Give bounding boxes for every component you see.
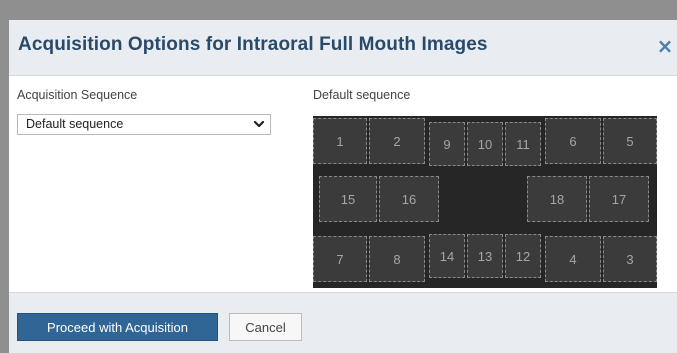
tooth-slot[interactable]: 8 xyxy=(369,236,425,282)
tooth-slot[interactable]: 7 xyxy=(313,236,367,282)
tooth-slot[interactable]: 11 xyxy=(505,122,541,166)
tooth-slot[interactable]: 10 xyxy=(467,122,503,166)
chevron-down-icon xyxy=(253,120,265,128)
acquisition-options-dialog: Acquisition Options for Intraoral Full M… xyxy=(9,20,677,353)
acquisition-sequence-label: Acquisition Sequence xyxy=(17,88,138,102)
tooth-slot[interactable]: 14 xyxy=(429,234,465,278)
acquisition-sequence-value: Default sequence xyxy=(26,117,124,131)
tooth-slot[interactable]: 9 xyxy=(429,122,465,166)
tooth-slot[interactable]: 2 xyxy=(369,118,425,164)
tooth-slot[interactable]: 18 xyxy=(527,176,587,222)
tooth-slot[interactable]: 17 xyxy=(589,176,649,222)
acquisition-sequence-select[interactable]: Default sequence xyxy=(17,114,271,135)
dialog-title: Acquisition Options for Intraoral Full M… xyxy=(18,34,488,55)
tooth-slot[interactable]: 6 xyxy=(545,118,601,164)
tooth-slot[interactable]: 5 xyxy=(603,118,657,164)
tooth-slot[interactable]: 15 xyxy=(319,176,377,222)
preview-label: Default sequence xyxy=(313,88,411,102)
tooth-slot[interactable]: 3 xyxy=(603,236,657,282)
cancel-button[interactable]: Cancel xyxy=(229,313,302,341)
tooth-slot[interactable]: 1 xyxy=(313,118,367,164)
tooth-slot[interactable]: 12 xyxy=(505,234,541,278)
dialog-header: Acquisition Options for Intraoral Full M… xyxy=(9,20,677,76)
tooth-slot[interactable]: 13 xyxy=(467,234,503,278)
close-icon[interactable]: × xyxy=(653,34,677,58)
tooth-slot[interactable]: 16 xyxy=(379,176,439,222)
dialog-footer: Proceed with Acquisition Cancel xyxy=(9,292,677,353)
sequence-preview-grid: 1 2 9 10 11 6 5 15 16 18 17 7 8 14 13 12… xyxy=(313,116,657,288)
tooth-slot[interactable]: 4 xyxy=(545,236,601,282)
proceed-with-acquisition-button[interactable]: Proceed with Acquisition xyxy=(17,313,218,341)
